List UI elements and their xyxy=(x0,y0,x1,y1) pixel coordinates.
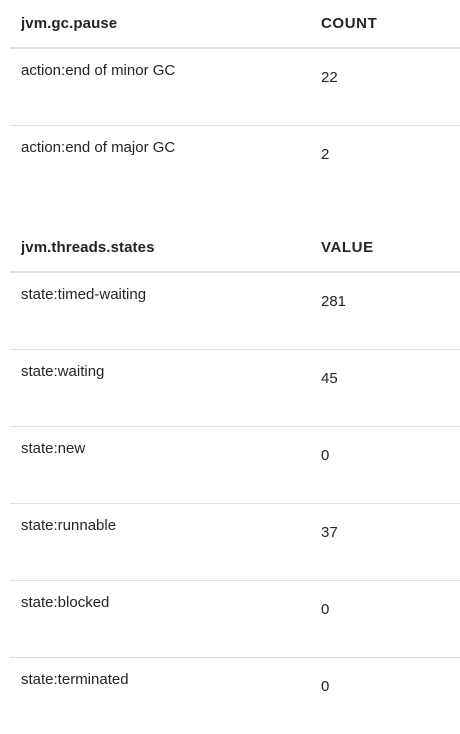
table-header-row: jvm.gc.pause COUNT xyxy=(10,0,460,48)
table-row: state:blocked 0 xyxy=(10,581,460,658)
tag-cell: state:runnable xyxy=(10,504,310,581)
tag-cell: state:new xyxy=(10,427,310,504)
value-cell: 22 xyxy=(310,48,460,126)
tag-cell: state:waiting xyxy=(10,350,310,427)
table-row: state:new 0 xyxy=(10,427,460,504)
value-cell: 0 xyxy=(310,581,460,658)
table-spacer xyxy=(10,202,460,224)
value-column-header: COUNT xyxy=(310,0,460,48)
metric-name-header: jvm.gc.pause xyxy=(10,0,310,48)
table-header-row: jvm.threads.states VALUE xyxy=(10,224,460,272)
value-cell: 2 xyxy=(310,126,460,203)
table-row: state:runnable 37 xyxy=(10,504,460,581)
value-cell: 0 xyxy=(310,658,460,734)
value-cell: 0 xyxy=(310,427,460,504)
table-row: state:terminated 0 xyxy=(10,658,460,734)
table-row: action:end of minor GC 22 xyxy=(10,48,460,126)
table-row: state:timed-waiting 281 xyxy=(10,272,460,350)
tag-cell: state:blocked xyxy=(10,581,310,658)
table-row: state:waiting 45 xyxy=(10,350,460,427)
threads-states-table: jvm.threads.states VALUE state:timed-wai… xyxy=(10,224,460,734)
value-cell: 37 xyxy=(310,504,460,581)
tag-cell: state:timed-waiting xyxy=(10,272,310,350)
value-cell: 281 xyxy=(310,272,460,350)
gc-pause-table: jvm.gc.pause COUNT action:end of minor G… xyxy=(10,0,460,202)
tag-cell: state:terminated xyxy=(10,658,310,734)
tag-cell: action:end of major GC xyxy=(10,126,310,203)
tag-cell: action:end of minor GC xyxy=(10,48,310,126)
value-column-header: VALUE xyxy=(310,224,460,272)
metrics-panel: jvm.gc.pause COUNT action:end of minor G… xyxy=(0,0,460,734)
table-row: action:end of major GC 2 xyxy=(10,126,460,203)
value-cell: 45 xyxy=(310,350,460,427)
metric-name-header: jvm.threads.states xyxy=(10,224,310,272)
